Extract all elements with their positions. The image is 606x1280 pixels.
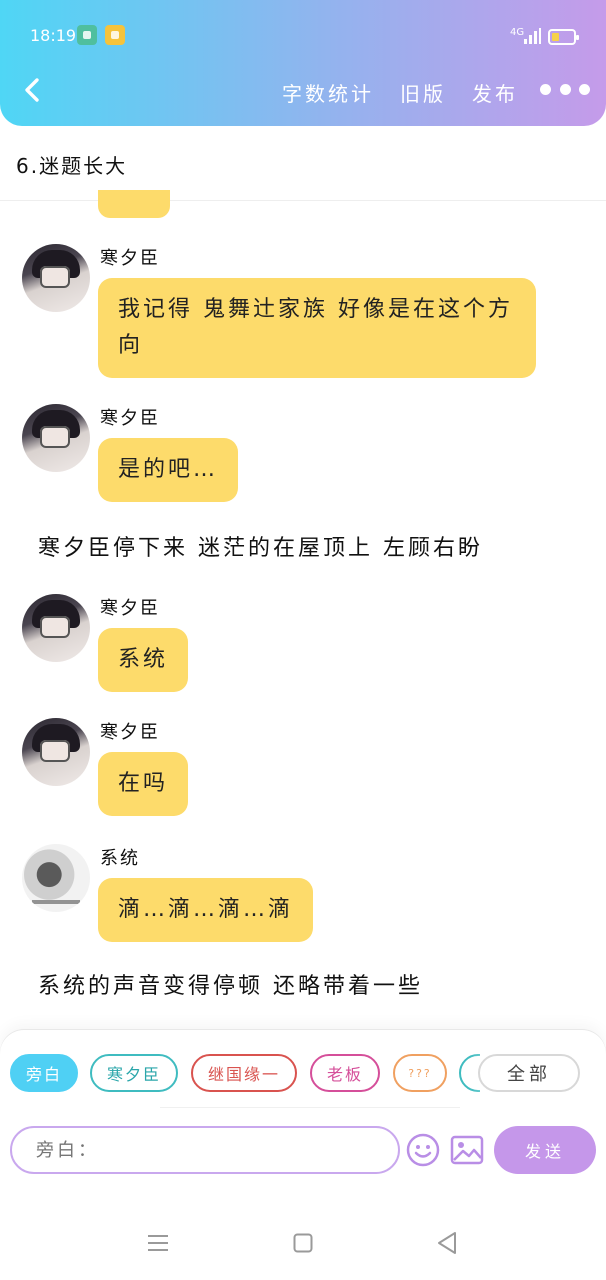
avatar[interactable] xyxy=(22,244,90,312)
sender-name: 系统 xyxy=(100,848,140,869)
status-time: 18:19 xyxy=(30,26,77,45)
avatar[interactable] xyxy=(22,844,90,912)
message-bubble[interactable]: 系统 xyxy=(98,628,189,692)
role-chip-jiguo[interactable]: 继国缘一 xyxy=(191,1054,297,1092)
back-button[interactable] xyxy=(18,74,50,106)
signal-icon xyxy=(520,28,541,44)
divider xyxy=(160,1107,460,1108)
word-count-link[interactable]: 字数统计 xyxy=(282,78,374,107)
sender-name: 寒夕臣 xyxy=(100,408,160,429)
notification-app-icon xyxy=(77,25,97,45)
home-icon[interactable] xyxy=(293,1233,313,1253)
avatar[interactable] xyxy=(22,404,90,472)
message-bubble[interactable]: 是的吧… xyxy=(98,438,239,502)
sender-name: 寒夕臣 xyxy=(100,722,160,743)
old-version-link[interactable]: 旧版 xyxy=(400,78,446,107)
back-triangle-icon[interactable] xyxy=(436,1231,458,1255)
top-bar: 18:19 4G 字数统计 旧版 发布 xyxy=(0,0,606,126)
message-input[interactable] xyxy=(10,1126,400,1174)
image-icon xyxy=(450,1135,484,1165)
role-chip-unknown[interactable]: ??? xyxy=(393,1054,447,1092)
emoji-button[interactable] xyxy=(406,1133,440,1167)
avatar[interactable] xyxy=(22,594,90,662)
message-bubble[interactable]: 在吗 xyxy=(98,752,189,816)
role-chip-cut-off[interactable] xyxy=(459,1054,480,1092)
image-button[interactable] xyxy=(450,1134,484,1166)
sender-name: 寒夕臣 xyxy=(100,248,160,269)
sender-name: 寒夕臣 xyxy=(100,598,160,619)
role-chip-narrator[interactable]: 旁白 xyxy=(10,1054,78,1092)
more-dots-icon[interactable] xyxy=(540,84,590,98)
menu-icon[interactable] xyxy=(147,1234,169,1252)
system-nav-bar xyxy=(0,1180,606,1280)
emoji-icon xyxy=(406,1133,440,1167)
role-chip-list[interactable]: 旁白 寒夕臣 继国缘一 老板 ??? xyxy=(10,1054,480,1094)
message-bubble-partial[interactable] xyxy=(98,190,170,218)
battery-icon xyxy=(548,29,579,45)
role-chip-boss[interactable]: 老板 xyxy=(310,1054,380,1092)
narration-text[interactable]: 系统的声音变得停顿 还略带着一些 xyxy=(38,968,423,1000)
divider xyxy=(0,200,606,201)
chapter-title[interactable]: 6.迷题长大 xyxy=(16,150,127,179)
message-bubble[interactable]: 我记得 鬼舞辻家族 好像是在这个方向 xyxy=(98,278,536,378)
back-arrow-icon xyxy=(25,78,39,102)
avatar[interactable] xyxy=(22,718,90,786)
message-bubble[interactable]: 滴…滴…滴…滴 xyxy=(98,878,314,942)
publish-link[interactable]: 发布 xyxy=(472,78,518,107)
role-chip-hanxichen[interactable]: 寒夕臣 xyxy=(90,1054,178,1092)
all-roles-button[interactable]: 全部 xyxy=(478,1054,580,1092)
send-button[interactable]: 发送 xyxy=(494,1126,596,1174)
narration-text[interactable]: 寒夕臣停下来 迷茫的在屋顶上 左顾右盼 xyxy=(38,530,483,562)
notification-app-icon-2 xyxy=(105,25,125,45)
